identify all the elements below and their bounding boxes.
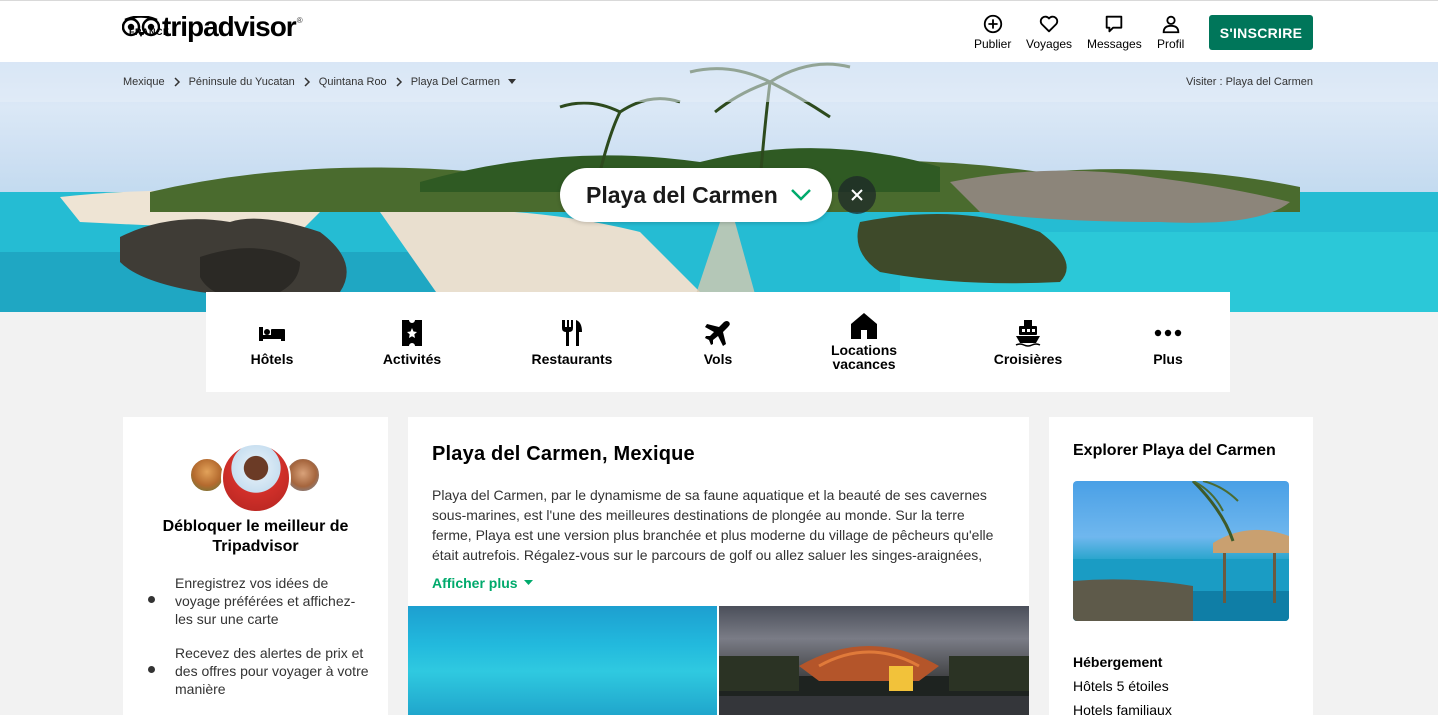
plane-icon: [705, 321, 730, 346]
chat-icon: [1106, 15, 1123, 33]
logo-wordmark: tripadvisor: [162, 11, 297, 42]
category-vols[interactable]: Vols: [678, 292, 758, 392]
hero-banner: Mexique Péninsule du Yucatan Quintana Ro…: [0, 62, 1438, 312]
registered-mark-icon: ®: [296, 16, 303, 25]
nav-label: Profil: [1157, 37, 1185, 51]
accommodation-heading: Hébergement: [1073, 654, 1163, 670]
heart-icon: [1039, 15, 1059, 33]
category-locations-vacances[interactable]: Locations vacances: [809, 292, 919, 392]
benefits-list: Enregistrez vos idées de voyage préférée…: [147, 574, 372, 714]
category-hotels[interactable]: Hôtels: [232, 292, 312, 392]
close-button[interactable]: [838, 176, 876, 214]
signup-button[interactable]: S'INSCRIRE: [1209, 15, 1313, 50]
show-more-link[interactable]: Afficher plus: [432, 575, 533, 591]
caret-down-icon[interactable]: [507, 79, 516, 85]
category-label: Restaurants: [531, 351, 613, 367]
destination-title: Playa del Carmen, Mexique: [432, 443, 695, 465]
location-selector[interactable]: Playa del Carmen: [560, 168, 832, 222]
caret-down-icon: [523, 580, 533, 585]
nav-publier[interactable]: Publier: [974, 13, 1011, 51]
breadcrumb-item[interactable]: Mexique: [123, 76, 165, 88]
category-restaurants[interactable]: Restaurants: [522, 292, 622, 392]
destination-description: Playa del Carmen, par le dynamisme de sa…: [432, 487, 994, 563]
accommodation-link[interactable]: Hotels familiaux: [1073, 702, 1172, 715]
cutlery-icon: [562, 320, 582, 346]
ticket-icon: [402, 320, 422, 346]
list-item: Enregistrez vos idées de voyage préférée…: [147, 574, 372, 628]
plus-circle-icon: [983, 14, 1002, 34]
chevron-right-icon: [304, 77, 310, 87]
nav-label: Messages: [1087, 37, 1142, 51]
person-icon: [1162, 15, 1179, 34]
chevron-right-icon: [396, 77, 402, 87]
category-label: Vols: [703, 351, 733, 367]
top-header: tripadvisor ® FRANCE Publier Voyages Mes…: [0, 0, 1438, 62]
close-icon: [851, 189, 863, 201]
category-label: Activités: [382, 351, 442, 367]
house-icon: [851, 313, 877, 339]
destination-photo-night[interactable]: [719, 606, 1029, 715]
destination-photo-sea[interactable]: [408, 606, 717, 715]
night-building-image: [719, 646, 1029, 715]
chevron-down-icon: [790, 189, 811, 201]
explore-card: Explorer Playa del Carmen Hébergement Hô…: [1049, 417, 1313, 715]
bed-icon: [259, 327, 285, 341]
category-activites[interactable]: Activités: [372, 292, 452, 392]
list-item: Recevez des alertes de prix et des offre…: [147, 644, 372, 698]
location-name: Playa del Carmen: [586, 181, 778, 208]
unlock-title: Débloquer le meilleur de Tripadvisor: [162, 518, 349, 555]
chevron-right-icon: [174, 77, 180, 87]
nav-messages[interactable]: Messages: [1087, 13, 1142, 51]
category-croisieres[interactable]: Croisières: [978, 292, 1078, 392]
category-plus[interactable]: Plus: [1128, 292, 1208, 392]
breadcrumb-item-current[interactable]: Playa Del Carmen: [411, 76, 500, 88]
beach-hut-image: [1073, 481, 1289, 621]
breadcrumb-item[interactable]: Péninsule du Yucatan: [189, 76, 295, 88]
explore-photo[interactable]: [1073, 481, 1289, 621]
category-label: vacances: [832, 356, 896, 372]
category-label: Locations: [830, 342, 898, 358]
breadcrumb-item[interactable]: Quintana Roo: [319, 76, 387, 88]
nav-label: Publier: [974, 37, 1012, 51]
ship-icon: [1015, 320, 1041, 347]
nav-profil[interactable]: Profil: [1157, 13, 1184, 51]
avatar-group: [189, 443, 324, 513]
category-label: Plus: [1153, 351, 1183, 367]
explore-title: Explorer Playa del Carmen: [1073, 442, 1276, 459]
nav-label: Voyages: [1026, 37, 1073, 51]
breadcrumb: Mexique Péninsule du Yucatan Quintana Ro…: [123, 76, 516, 88]
visit-link[interactable]: Visiter : Playa del Carmen: [1186, 76, 1313, 88]
avatar: [221, 443, 291, 513]
show-more-label: Afficher plus: [432, 575, 518, 591]
nav-voyages[interactable]: Voyages: [1026, 13, 1072, 51]
destination-card: Playa del Carmen, Mexique Playa del Carm…: [408, 417, 1029, 715]
more-dots-icon: [1154, 329, 1182, 337]
unlock-card: Débloquer le meilleur de Tripadvisor Enr…: [123, 417, 388, 715]
category-bar: Hôtels Activités Restaurants Vols Locati…: [206, 292, 1230, 392]
logo-country: FRANCE: [129, 27, 170, 37]
category-label: Croisières: [993, 351, 1063, 367]
accommodation-link[interactable]: Hôtels 5 étoiles: [1073, 678, 1169, 694]
category-label: Hôtels: [250, 351, 294, 367]
avatar: [189, 457, 225, 493]
